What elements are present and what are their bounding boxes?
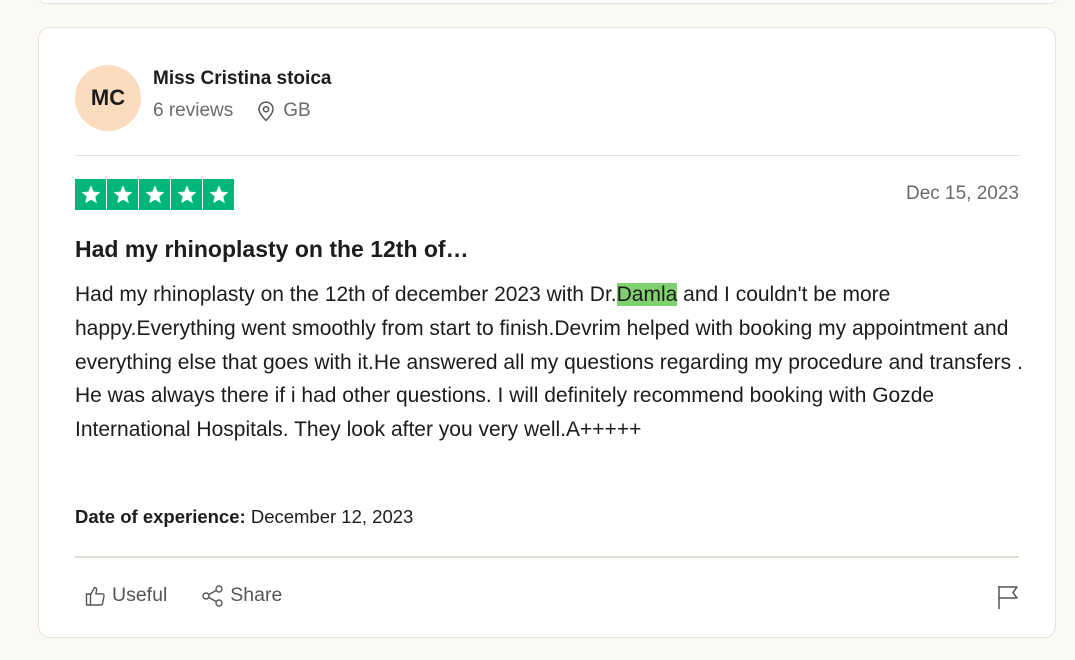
share-button[interactable]: Share: [201, 584, 282, 607]
review-title[interactable]: Had my rhinoplasty on the 12th of…: [75, 236, 469, 263]
useful-label: Useful: [112, 584, 168, 606]
highlighted-text: Damla: [616, 283, 678, 306]
star-icon: [203, 179, 234, 210]
share-icon: [201, 584, 225, 607]
thumbs-up-icon: [85, 585, 107, 607]
review-date: Dec 15, 2023: [905, 183, 1019, 204]
review-body-start: Had my rhinoplasty on the 12th of decemb…: [75, 283, 617, 306]
review-actions: Useful Share: [85, 584, 282, 607]
star-rating: [75, 179, 234, 210]
date-of-experience: Date of experience: December 12, 2023: [75, 506, 413, 528]
previous-review-card: [38, 0, 1058, 4]
reviewer-country: GB: [283, 100, 311, 121]
reviewer-name[interactable]: Miss Cristina stoica: [153, 68, 331, 90]
header-divider: [75, 155, 1019, 156]
experience-date: December 12, 2023: [245, 506, 414, 527]
experience-label: Date of experience:: [75, 506, 246, 527]
footer-divider: [75, 556, 1019, 558]
reviewer-meta: 6 reviews GB: [153, 100, 311, 122]
review-body-end: and I couldn't be more happy.Everything …: [75, 283, 1023, 442]
star-icon: [75, 179, 106, 210]
report-flag-button[interactable]: [997, 584, 1019, 610]
useful-button[interactable]: Useful: [85, 584, 167, 607]
location-icon: [257, 100, 275, 122]
star-icon: [171, 179, 202, 210]
avatar[interactable]: MC: [75, 65, 141, 131]
flag-icon: [997, 584, 1019, 610]
review-card: MC Miss Cristina stoica 6 reviews GB Dec…: [38, 27, 1056, 638]
star-icon: [107, 179, 138, 210]
avatar-initials: MC: [90, 85, 126, 110]
review-body: Had my rhinoplasty on the 12th of decemb…: [75, 278, 1025, 447]
star-icon: [139, 179, 170, 210]
share-label: Share: [230, 584, 283, 606]
reviews-count: 6 reviews: [153, 100, 234, 121]
